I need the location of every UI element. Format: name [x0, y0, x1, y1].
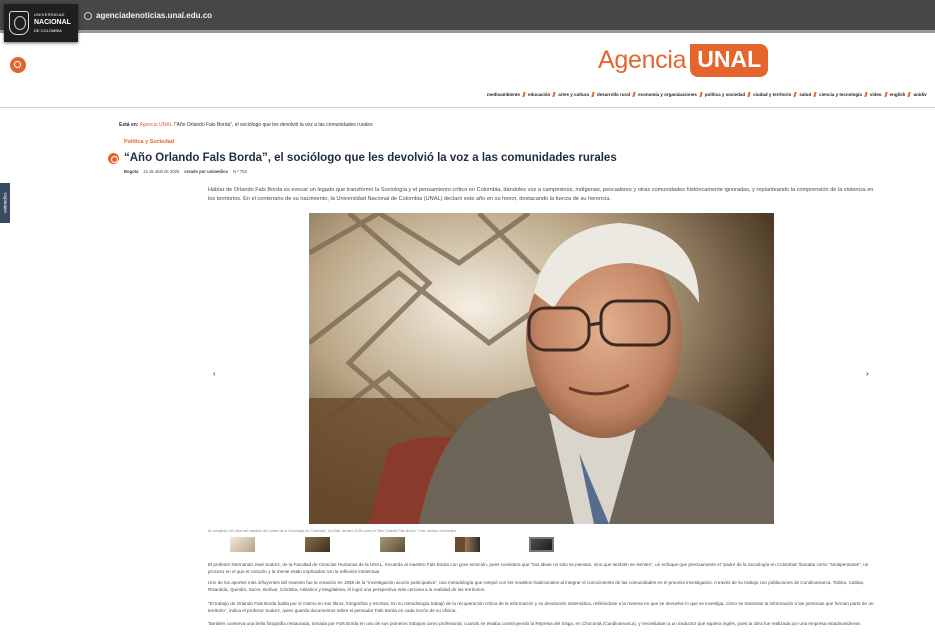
article-photo[interactable]: [309, 213, 774, 524]
thumbnail-3[interactable]: [380, 537, 405, 552]
thumbnail-4[interactable]: [455, 537, 480, 552]
article-title: “Año Orlando Fals Borda”, el sociólogo q…: [124, 152, 617, 164]
nav-separator: [813, 92, 817, 97]
agencia-unal-logo[interactable]: Agencia UNAL: [598, 43, 769, 77]
university-logo[interactable]: UNIVERSIDAD NACIONAL DE COLOMBIA: [4, 4, 78, 42]
nav-separator: [747, 92, 751, 97]
nav-separator: [907, 92, 912, 97]
nav-separator: [591, 92, 595, 97]
article-meta: Bogotá 21 de abril de 2025 creado por un…: [124, 169, 252, 174]
breadcrumb: Está en: Agencia UNAL /“Año Orlando Fals…: [119, 122, 373, 128]
logo-line-1: UNIVERSIDAD: [34, 12, 65, 17]
thumbnail-5[interactable]: [529, 537, 554, 552]
nav-item-4[interactable]: economía y organizaciones: [638, 92, 697, 97]
meta-creator: creado por unimedios: [184, 169, 229, 174]
nav-item-2[interactable]: artes y cultura: [558, 92, 589, 97]
nav-item-5[interactable]: política y sociedad: [705, 92, 745, 97]
search-button[interactable]: [10, 57, 26, 73]
article-lead: Hablar de Orlando Fals Borda es evocar u…: [208, 187, 874, 202]
top-bar: agenciadenoticias.unal.edu.co: [0, 0, 935, 33]
article-category-icon: [108, 153, 119, 164]
nav-separator: [699, 92, 703, 97]
photo-caption: Al cumplirse 100 años del natalicio del …: [208, 529, 458, 533]
meta-number: N.º 752: [233, 169, 247, 174]
brand-box: UNAL: [690, 43, 769, 77]
thumbnail-strip: [230, 537, 554, 553]
nav-separator: [864, 92, 868, 97]
unimedios-side-tab[interactable]: unimedios: [0, 183, 10, 223]
breadcrumb-home-link[interactable]: Agencia UNAL: [140, 122, 173, 128]
thumbnail-2[interactable]: [305, 537, 330, 552]
nav-item-1[interactable]: educación: [528, 92, 550, 97]
article-paragraph-1: El profesor Normando José Suárez, de la …: [208, 562, 869, 574]
thumbnail-1[interactable]: [230, 537, 255, 552]
nav-separator: [552, 92, 556, 97]
university-logo-text: UNIVERSIDAD NACIONAL DE COLOMBIA: [34, 11, 71, 35]
article-paragraph-4: También conserva una bella fotografía re…: [208, 621, 862, 626]
nav-item-7[interactable]: salud: [799, 92, 811, 97]
breadcrumb-current: /“Año Orlando Fals Borda”, el sociólogo …: [173, 122, 373, 128]
site-url-text[interactable]: agenciadenoticias.unal.edu.co: [96, 11, 212, 20]
nav-item-0[interactable]: medioambiente: [487, 92, 520, 97]
header-divider: [0, 107, 935, 108]
nav-separator: [632, 92, 636, 97]
meta-city: Bogotá: [124, 169, 139, 174]
logo-line-2: NACIONAL: [34, 19, 71, 26]
globe-icon: [84, 11, 92, 20]
nav-item-10[interactable]: english: [890, 92, 906, 97]
site-url[interactable]: agenciadenoticias.unal.edu.co: [84, 11, 212, 20]
portrait-image: [309, 213, 774, 524]
article-paragraph-2: Uno de los aportes más influyentes del m…: [208, 580, 865, 592]
nav-separator: [522, 92, 526, 97]
nav-item-3[interactable]: desarrollo rural: [597, 92, 630, 97]
nav-item-6[interactable]: ciudad y territorio: [753, 92, 791, 97]
university-emblem-icon: [9, 11, 29, 35]
carousel-prev-arrow[interactable]: ‹: [213, 369, 216, 378]
carousel-next-arrow[interactable]: ›: [866, 369, 869, 378]
nav-item-11[interactable]: unidiv: [913, 92, 926, 97]
nav-item-9[interactable]: video: [870, 92, 882, 97]
meta-date: 21 de abril de 2025: [143, 169, 180, 174]
article-section[interactable]: Política y Sociedad: [124, 139, 174, 145]
nav-item-8[interactable]: ciencia y tecnología: [819, 92, 862, 97]
breadcrumb-prefix: Está en:: [119, 122, 139, 128]
article-paragraph-3: “El trabajo de Orlando Fals Borda habla …: [208, 601, 874, 613]
brand-word: Agencia: [598, 45, 687, 74]
nav-separator: [793, 92, 798, 97]
nav-separator: [884, 92, 888, 97]
main-navigation: medioambiente educación artes y cultura des…: [484, 92, 930, 97]
logo-line-3: DE COLOMBIA: [34, 28, 62, 33]
